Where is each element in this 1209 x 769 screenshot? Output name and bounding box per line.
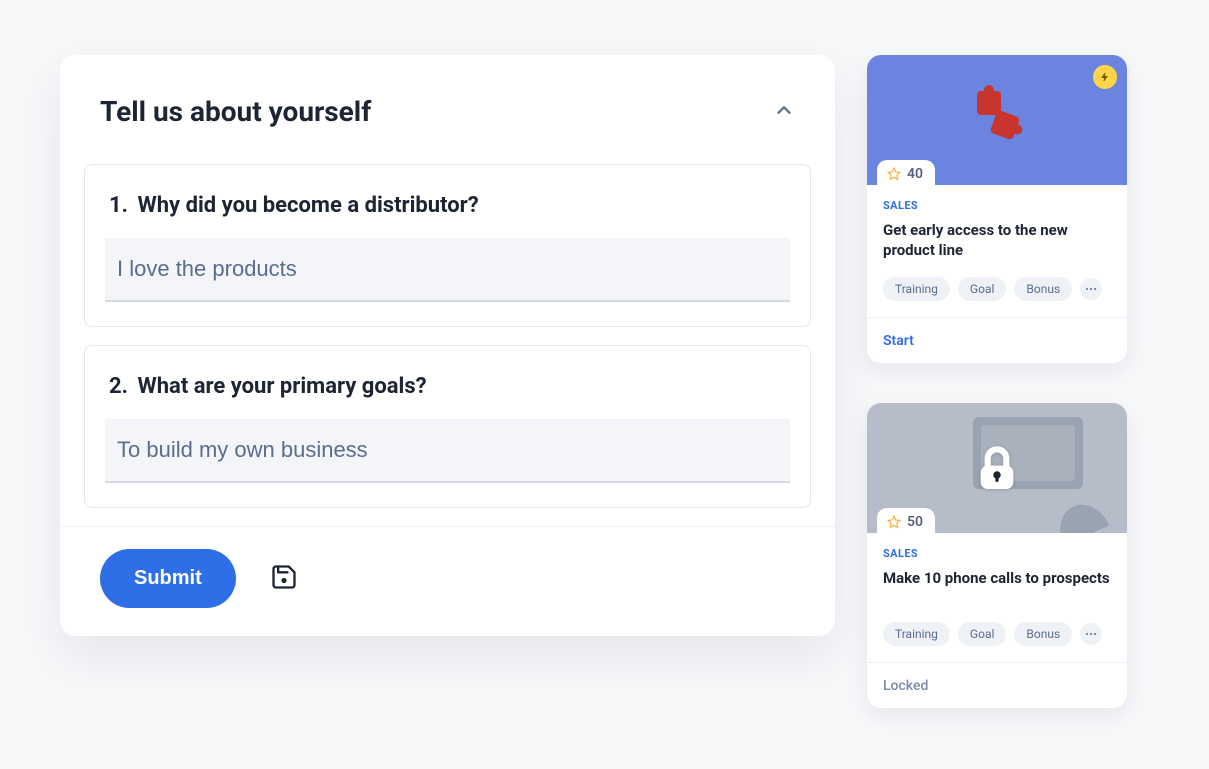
card-illustration: 40 [867,55,1127,185]
opportunity-card[interactable]: 40 SALES Get early access to the new pro… [867,55,1127,363]
dots-horizontal-icon [1084,627,1098,641]
chevron-up-icon[interactable] [773,99,795,125]
submit-button[interactable]: Submit [100,549,236,608]
question-text: Why did you become a distributor? [137,193,478,218]
star-icon [887,167,901,181]
card-action-start[interactable]: Start [883,333,914,349]
points-pill: 50 [877,508,935,533]
question-number: 1. [109,193,128,218]
form-footer: Submit [60,526,835,636]
card-title: Make 10 phone calls to prospects [883,568,1111,606]
star-icon [887,515,901,529]
answer-field-wrap [105,238,790,302]
tag[interactable]: Training [883,622,950,646]
card-footer: Start [867,317,1127,363]
tag[interactable]: Goal [958,277,1006,301]
question-text: What are your primary goals? [137,374,426,399]
tag[interactable]: Bonus [1014,622,1072,646]
card-action-locked: Locked [883,678,928,694]
card-illustration: 50 [867,403,1127,533]
form-title: Tell us about yourself [100,95,371,128]
form-header: Tell us about yourself [60,55,835,152]
dots-horizontal-icon [1084,282,1098,296]
more-tags-button[interactable] [1080,623,1102,645]
tag[interactable]: Training [883,277,950,301]
points-pill: 40 [877,160,935,185]
card-title: Get early access to the new product line [883,220,1111,261]
answer-input[interactable] [105,419,790,481]
card-footer: Locked [867,662,1127,708]
tag[interactable]: Goal [958,622,1006,646]
form-card: Tell us about yourself 1. Why did you be… [60,55,835,636]
save-button[interactable] [264,557,304,600]
question-block: 2. What are your primary goals? [84,345,811,508]
save-icon [270,579,298,594]
lightning-badge-icon [1093,65,1117,89]
tags-row: Training Goal Bonus [883,277,1111,301]
points-value: 40 [907,166,923,182]
card-body: SALES Get early access to the new produc… [867,185,1127,317]
question-title: 2. What are your primary goals? [109,374,790,399]
tag[interactable]: Bonus [1014,277,1072,301]
lock-icon [969,440,1025,496]
tags-row: Training Goal Bonus [883,622,1111,646]
answer-field-wrap [105,419,790,483]
more-tags-button[interactable] [1080,278,1102,300]
card-body: SALES Make 10 phone calls to prospects T… [867,533,1127,662]
cards-column: 40 SALES Get early access to the new pro… [867,55,1127,708]
opportunity-card-locked[interactable]: 50 SALES Make 10 phone calls to prospect… [867,403,1127,708]
card-category: SALES [883,199,1111,212]
question-title: 1. Why did you become a distributor? [109,193,790,218]
points-value: 50 [907,514,923,530]
answer-input[interactable] [105,238,790,300]
card-category: SALES [883,547,1111,560]
question-block: 1. Why did you become a distributor? [84,164,811,327]
question-number: 2. [109,374,128,399]
